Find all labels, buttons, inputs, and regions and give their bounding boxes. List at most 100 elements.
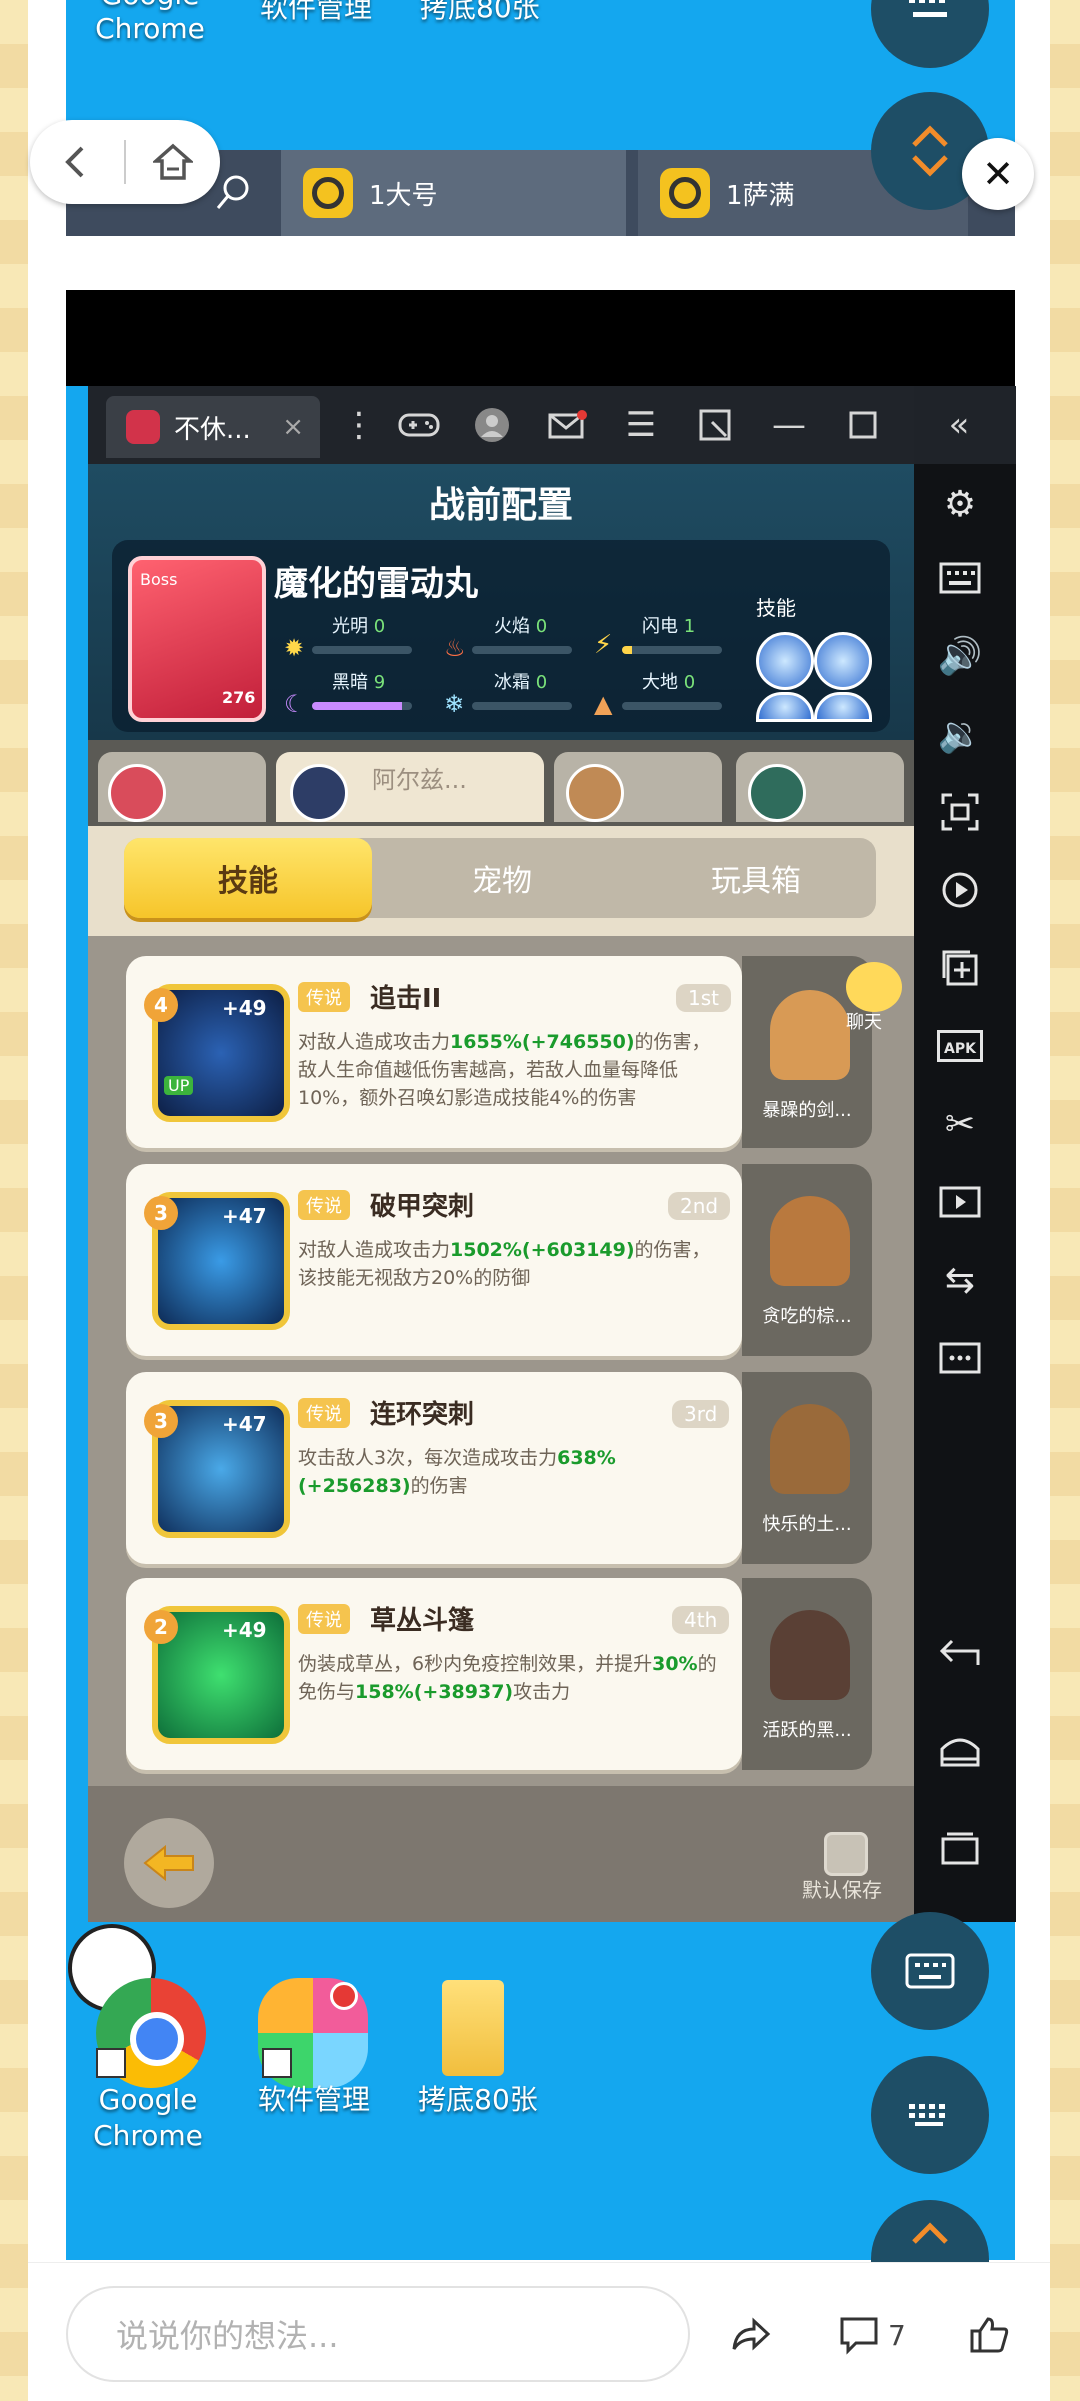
gamepad-icon[interactable] bbox=[394, 400, 444, 450]
legend-tag: 传说 bbox=[298, 1190, 350, 1220]
back-arrow-button[interactable] bbox=[124, 1818, 214, 1908]
lightning-bar bbox=[622, 646, 722, 654]
boss-skill-icon[interactable] bbox=[814, 632, 872, 690]
attr-dark: 黑暗 9 bbox=[332, 672, 386, 693]
minimize-icon[interactable]: — bbox=[764, 400, 814, 450]
settings-icon[interactable]: ⚙ bbox=[930, 476, 990, 532]
pet-name: 活跃的黑... bbox=[762, 1720, 852, 1741]
skill-plus: +49 bbox=[222, 1618, 267, 1642]
list-icon[interactable]: ☰ bbox=[616, 400, 666, 450]
pet-name: 快乐的土... bbox=[762, 1514, 852, 1535]
boss-skill-icon[interactable] bbox=[756, 632, 814, 690]
comment-icon[interactable] bbox=[838, 2300, 880, 2370]
pet-avatar bbox=[108, 764, 166, 822]
lightning-icon: ⚡ bbox=[594, 630, 613, 660]
tab-close-icon[interactable]: × bbox=[282, 412, 304, 442]
boss-level: 276 bbox=[222, 688, 256, 707]
sync-icon[interactable]: ⇆ bbox=[930, 1252, 990, 1308]
moon-icon: ☾ bbox=[284, 690, 306, 718]
tab-skills[interactable]: 技能 bbox=[124, 838, 372, 918]
user-icon[interactable] bbox=[467, 400, 517, 450]
desktop-label-folder[interactable]: 拷底80张 bbox=[398, 2082, 558, 2118]
legend-tag: 传说 bbox=[298, 1604, 350, 1634]
boss-name: 魔化的雷动丸 bbox=[274, 564, 478, 604]
skill-plus: +47 bbox=[222, 1412, 267, 1436]
desktop-label-chrome[interactable]: Google Chrome bbox=[68, 2082, 228, 2154]
apk-icon[interactable]: APK bbox=[930, 1018, 990, 1074]
skill-plus: +49 bbox=[222, 996, 267, 1020]
keyboard-icon bbox=[909, 0, 947, 17]
sun-icon: ✹ bbox=[284, 634, 305, 662]
shortcut-arrow-icon bbox=[96, 2048, 126, 2078]
skill-rank: 4th bbox=[672, 1606, 730, 1634]
skill-rank: 2nd bbox=[668, 1192, 731, 1220]
mail-icon[interactable] bbox=[542, 400, 592, 450]
light-bar bbox=[312, 646, 412, 654]
skill-description: 攻击敌人3次，每次造成攻击力638%(+256283)的伤害 bbox=[298, 1447, 616, 1497]
desktop-label-software[interactable]: 软件管理 bbox=[234, 2082, 394, 2118]
keyboard-icon bbox=[909, 2104, 945, 2126]
pet-name: 暴躁的剑... bbox=[762, 1100, 852, 1121]
like-icon[interactable] bbox=[968, 2300, 1010, 2370]
pet-figure bbox=[770, 990, 850, 1080]
volume-up-icon[interactable]: 🔊 bbox=[930, 628, 990, 684]
tab-pets[interactable]: 宠物 bbox=[424, 838, 580, 918]
maximize-icon[interactable] bbox=[838, 400, 888, 450]
fire-icon: ♨ bbox=[444, 634, 466, 662]
comment-input[interactable]: 说说你的想法... bbox=[66, 2286, 690, 2382]
video-icon[interactable] bbox=[930, 1174, 990, 1230]
volume-down-icon[interactable]: 🔉 bbox=[930, 706, 990, 762]
arrow-left-icon bbox=[143, 1844, 194, 1882]
search-icon[interactable] bbox=[214, 172, 254, 212]
tab-toybox[interactable]: 玩具箱 bbox=[678, 838, 834, 918]
desktop-label-software-top[interactable]: 软件管理 bbox=[260, 0, 372, 26]
pet-figure bbox=[770, 1196, 850, 1286]
keyboard-icon[interactable] bbox=[930, 550, 990, 606]
comment-count: 7 bbox=[888, 2318, 906, 2352]
app-icon bbox=[660, 168, 710, 218]
more-icon[interactable] bbox=[930, 1330, 990, 1386]
pet-avatar bbox=[748, 764, 806, 822]
scissors-icon[interactable]: ✂ bbox=[930, 1096, 990, 1152]
boss-badge: Boss bbox=[140, 570, 178, 589]
folder-icon[interactable] bbox=[442, 1980, 504, 2076]
boss-skills-label: 技能 bbox=[756, 596, 796, 620]
right-paper-border bbox=[1050, 0, 1080, 2400]
collapse-icon[interactable]: « bbox=[934, 400, 984, 450]
emulator-tab[interactable]: 不休... × bbox=[106, 396, 320, 458]
taskbar-item-label: 1萨满 bbox=[726, 180, 795, 211]
apk-label: APK bbox=[937, 1030, 983, 1062]
notification-dot bbox=[330, 1982, 358, 2010]
record-icon[interactable] bbox=[930, 862, 990, 918]
desktop-label-folder-top[interactable]: 拷底80张 bbox=[420, 0, 540, 26]
share-icon[interactable] bbox=[730, 2300, 772, 2370]
add-window-icon[interactable] bbox=[930, 940, 990, 996]
mountain-icon: ▲ bbox=[594, 690, 613, 718]
keyboard-fab[interactable] bbox=[871, 1912, 989, 2030]
menu-dots-icon[interactable]: ⋮ bbox=[334, 400, 384, 450]
pet-figure bbox=[770, 1610, 850, 1700]
skill-level-badge: 3 bbox=[144, 1404, 178, 1438]
chevron-left-icon[interactable] bbox=[30, 120, 124, 204]
chat-label: 聊天 bbox=[846, 1012, 882, 1033]
legend-tag: 传说 bbox=[298, 1398, 350, 1428]
legend-tag: 传说 bbox=[298, 982, 350, 1012]
taskbar-item-1[interactable]: 1大号 bbox=[281, 150, 626, 236]
resize-icon[interactable] bbox=[690, 400, 740, 450]
back-icon[interactable] bbox=[930, 1624, 990, 1680]
chevron-up-down-icon bbox=[912, 125, 948, 177]
desktop-label-chrome-top[interactable]: Google Chrome bbox=[90, 0, 210, 46]
default-save-checkbox[interactable] bbox=[824, 1832, 868, 1876]
app-icon bbox=[303, 168, 353, 218]
home-icon[interactable] bbox=[930, 1722, 990, 1778]
close-button[interactable]: ✕ bbox=[962, 138, 1034, 210]
skill-up-badge: UP bbox=[164, 1076, 194, 1095]
chat-icon[interactable] bbox=[846, 962, 902, 1012]
dark-bar bbox=[312, 702, 412, 710]
recent-apps-icon[interactable] bbox=[930, 1820, 990, 1876]
attr-lightning: 闪电 1 bbox=[642, 616, 696, 637]
screenshot-icon[interactable] bbox=[930, 784, 990, 840]
home-icon[interactable] bbox=[126, 120, 220, 204]
left-paper-border bbox=[0, 0, 28, 2400]
keyboard-fab-2[interactable] bbox=[871, 2056, 989, 2174]
